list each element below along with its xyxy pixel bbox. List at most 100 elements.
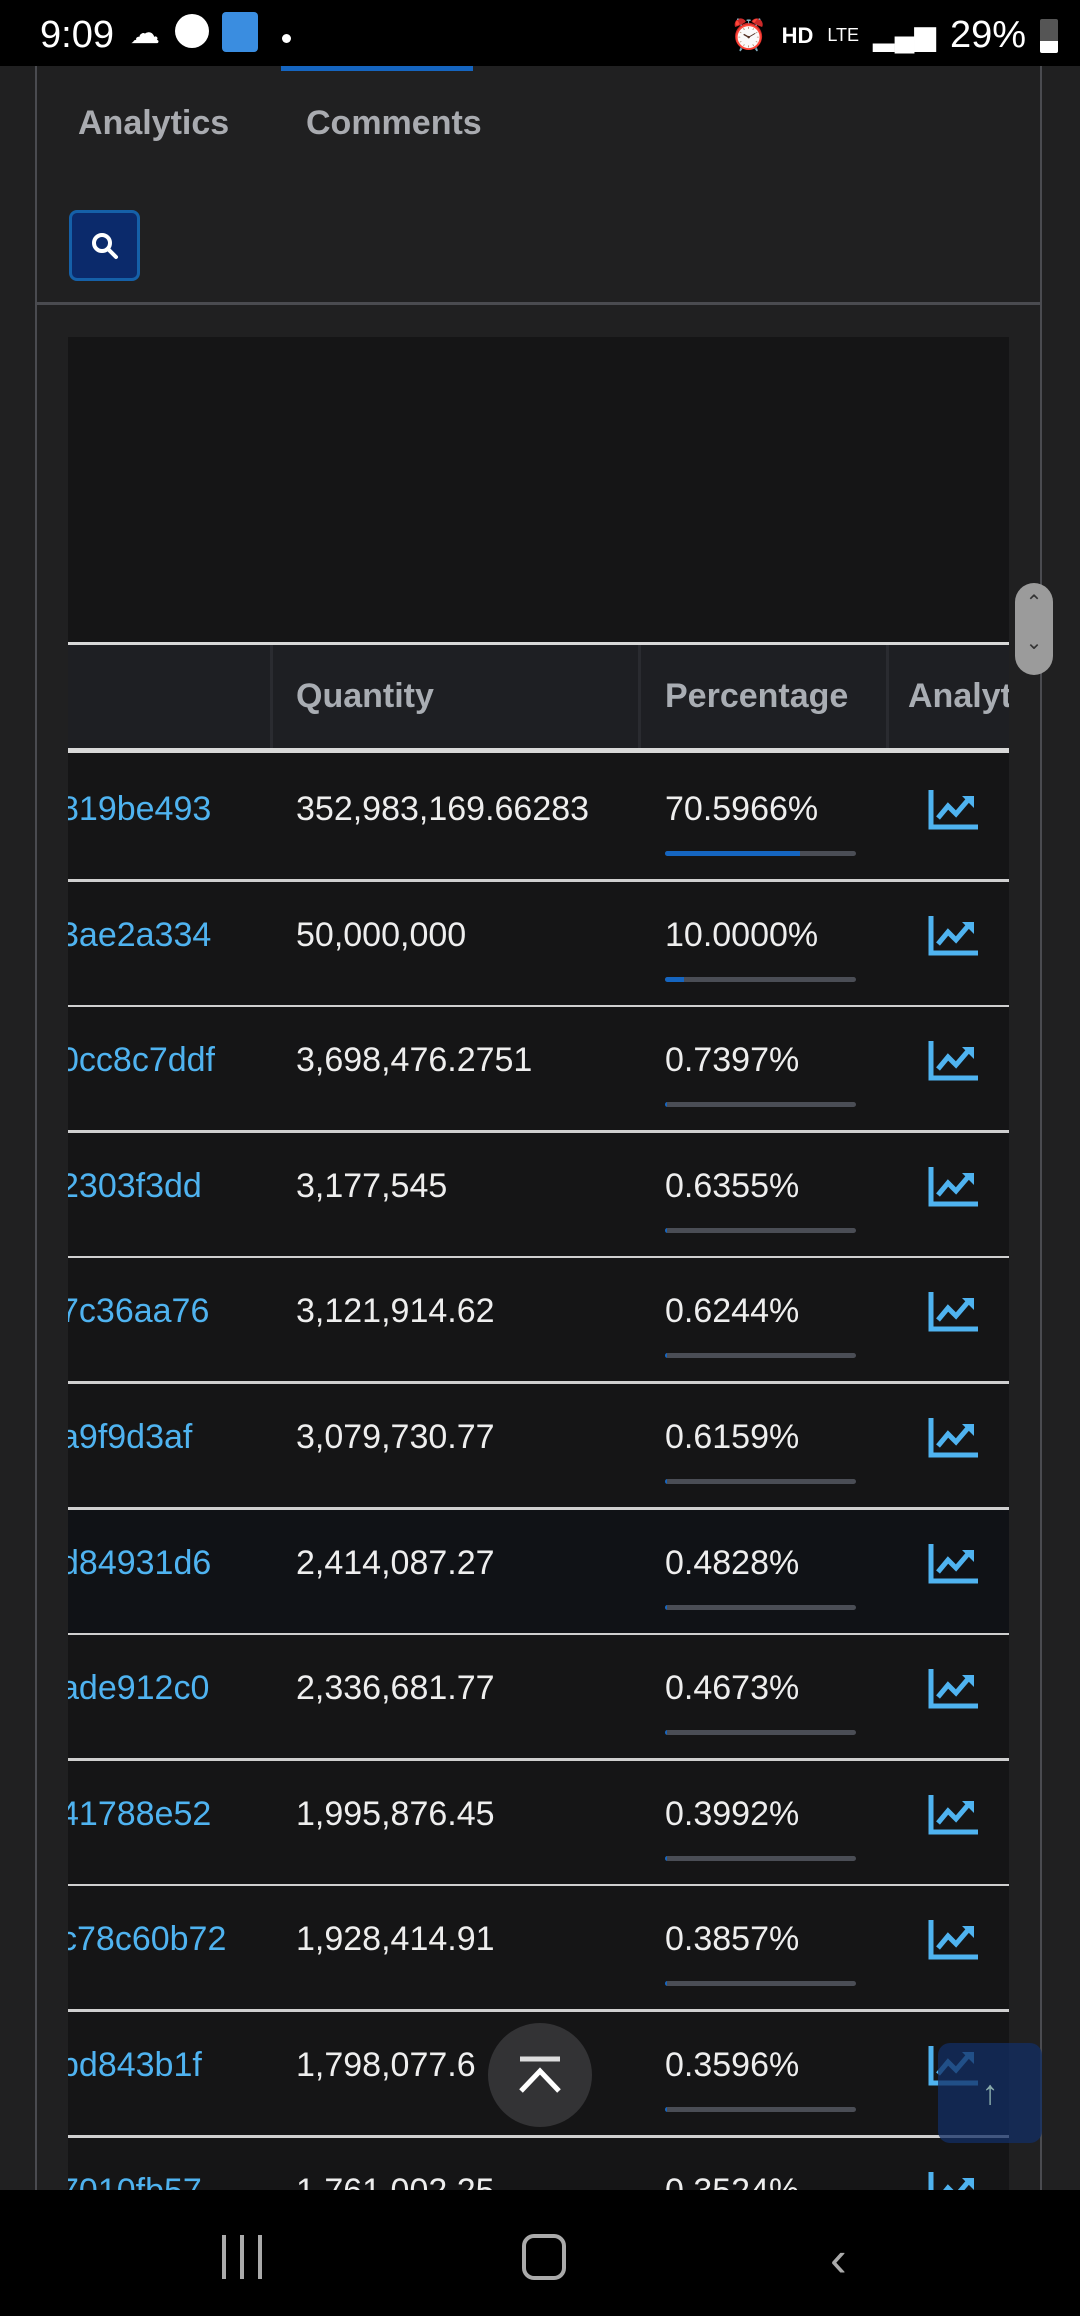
header-quantity[interactable]: Quantity: [296, 677, 434, 716]
navigation-bar: ‹: [0, 2190, 1080, 2316]
address-link[interactable]: 41788e52: [68, 1795, 211, 1834]
address-link[interactable]: 7010fb57: [68, 2172, 202, 2190]
clock: 9:09: [40, 14, 114, 56]
quantity-value: 3,698,476.2751: [296, 1041, 533, 1080]
trending-chart-icon[interactable]: [928, 914, 980, 956]
table-row: 7c36aa76 3,121,914.62 0.6244%: [68, 1258, 1009, 1385]
holders-table: Quantity Percentage Analyt 819be493 352,…: [68, 337, 1009, 2190]
percentage-value: 0.7397%: [665, 1041, 800, 1080]
address-link[interactable]: a9f9d3af: [68, 1418, 192, 1457]
signal-icon: ▂▄▆: [873, 20, 936, 51]
trending-chart-icon[interactable]: [928, 1667, 980, 1709]
scroll-to-top-button[interactable]: [488, 2023, 592, 2127]
quantity-value: 50,000,000: [296, 915, 467, 954]
trending-chart-icon[interactable]: [928, 1793, 980, 1835]
home-button[interactable]: [522, 2234, 566, 2280]
percentage-bar: [665, 1353, 856, 1359]
search-icon: [91, 232, 118, 259]
percentage-value: 0.6159%: [665, 1418, 800, 1456]
address-link[interactable]: bd843b1f: [68, 2046, 202, 2085]
trending-chart-icon[interactable]: [928, 1542, 980, 1584]
hd-label: HD: [781, 22, 814, 48]
quantity-value: 1,798,077.6: [296, 2046, 476, 2084]
percentage-bar: [665, 1604, 856, 1610]
percentage-bar: [665, 1227, 856, 1233]
talk-icon: [175, 14, 209, 48]
scroll-to-top-icon: [519, 2056, 561, 2093]
quantity-value: 2,414,087.27: [296, 1543, 495, 1582]
tab-comments[interactable]: Comments: [306, 104, 482, 143]
header-analytics[interactable]: Analyt: [908, 677, 1009, 716]
percentage-bar: [665, 1981, 856, 1987]
network-label: LTE: [827, 25, 860, 45]
quantity-value: 1,761,002.25: [296, 2172, 495, 2190]
table-row: 0cc8c7ddf 3,698,476.2751 0.7397%: [68, 1007, 1009, 1134]
header-percentage[interactable]: Percentage: [665, 677, 848, 716]
quantity-value: 1,995,876.45: [296, 1794, 495, 1833]
percentage-value: 0.3596%: [665, 2046, 800, 2084]
address-link[interactable]: 0cc8c7ddf: [68, 1041, 215, 1080]
percentage-value: 0.4673%: [665, 1669, 800, 1708]
table-row: a9f9d3af 3,079,730.77 0.6159%: [68, 1384, 1009, 1510]
percentage-bar: [665, 1102, 856, 1108]
scroll-handle[interactable]: ⌃ ⌄: [1015, 583, 1053, 675]
back-button[interactable]: ‹: [830, 2230, 847, 2288]
search-button[interactable]: [69, 210, 140, 281]
table-header: Quantity Percentage Analyt: [68, 642, 1009, 753]
trending-chart-icon[interactable]: [928, 788, 980, 830]
percentage-value: 0.3857%: [665, 1920, 800, 1959]
chart-placeholder: [68, 337, 1009, 642]
address-link[interactable]: 7c36aa76: [68, 1292, 209, 1331]
battery-icon: [1040, 18, 1058, 53]
table-row: c78c60b72 1,928,414.91 0.3857%: [68, 1886, 1009, 2013]
percentage-value: 0.4828%: [665, 1543, 800, 1582]
address-link[interactable]: 2303f3dd: [68, 1167, 202, 1206]
quantity-value: 3,121,914.62: [296, 1292, 495, 1331]
address-link[interactable]: ade912c0: [68, 1669, 209, 1708]
arrow-up-icon: ↑: [981, 2073, 999, 2112]
active-tab-indicator: [281, 66, 473, 71]
quantity-value: 1,928,414.91: [296, 1920, 495, 1959]
table-row: 41788e52 1,995,876.45 0.3992%: [68, 1760, 1009, 1887]
sol-app-icon: [222, 12, 258, 52]
quantity-value: 3,079,730.77: [296, 1418, 495, 1456]
divider: [35, 302, 1042, 305]
address-link[interactable]: 819be493: [68, 790, 211, 829]
trending-chart-icon[interactable]: [928, 1290, 980, 1332]
percentage-value: 0.3524%: [665, 2172, 799, 2190]
back-to-top-button[interactable]: ↑: [938, 2043, 1042, 2143]
trending-chart-icon[interactable]: [928, 1039, 980, 1081]
trending-chart-icon[interactable]: [928, 2170, 980, 2190]
table-row: 2303f3dd 3,177,545 0.6355%: [68, 1132, 1009, 1259]
quantity-value: 3,177,545: [296, 1166, 448, 1205]
status-right: ⏰ HD LTE ▂▄▆ 29%: [730, 14, 1058, 57]
trending-chart-icon[interactable]: [928, 1416, 980, 1458]
quantity-value: 352,983,169.66283: [296, 790, 590, 828]
trending-chart-icon[interactable]: [928, 1918, 980, 1960]
alarm-icon: ⏰: [730, 19, 768, 52]
address-link[interactable]: 3ae2a334: [68, 916, 211, 955]
table-row: 819be493 352,983,169.66283 70.5966%: [68, 756, 1009, 882]
percentage-value: 0.6355%: [665, 1166, 800, 1205]
percentage-bar: [665, 2107, 856, 2112]
address-link[interactable]: c78c60b72: [68, 1920, 226, 1959]
battery-percent: 29%: [949, 14, 1026, 56]
dot-icon: [282, 34, 291, 43]
recent-apps-button[interactable]: [222, 2235, 262, 2279]
tab-analytics[interactable]: Analytics: [78, 104, 229, 143]
table-row: 3ae2a334 50,000,000 10.0000%: [68, 881, 1009, 1008]
percentage-value: 0.6244%: [665, 1292, 800, 1331]
cloud-icon: ☁: [130, 17, 160, 50]
percentage-bar: [665, 1730, 856, 1736]
quantity-value: 2,336,681.77: [296, 1669, 495, 1708]
address-link[interactable]: d84931d6: [68, 1544, 211, 1583]
percentage-bar: [665, 851, 856, 856]
status-bar: 9:09 ☁ ⏰ HD LTE ▂▄▆ 29%: [0, 0, 1080, 66]
percentage-bar: [665, 1855, 856, 1861]
table-row: 7010fb57 1,761,002.25 0.3524%: [68, 2137, 1009, 2190]
trending-chart-icon[interactable]: [928, 1165, 980, 1207]
percentage-value: 10.0000%: [665, 915, 819, 954]
percentage-bar: [665, 976, 856, 982]
percentage-value: 70.5966%: [665, 790, 819, 828]
table-row: d84931d6 2,414,087.27 0.4828%: [68, 1509, 1009, 1636]
